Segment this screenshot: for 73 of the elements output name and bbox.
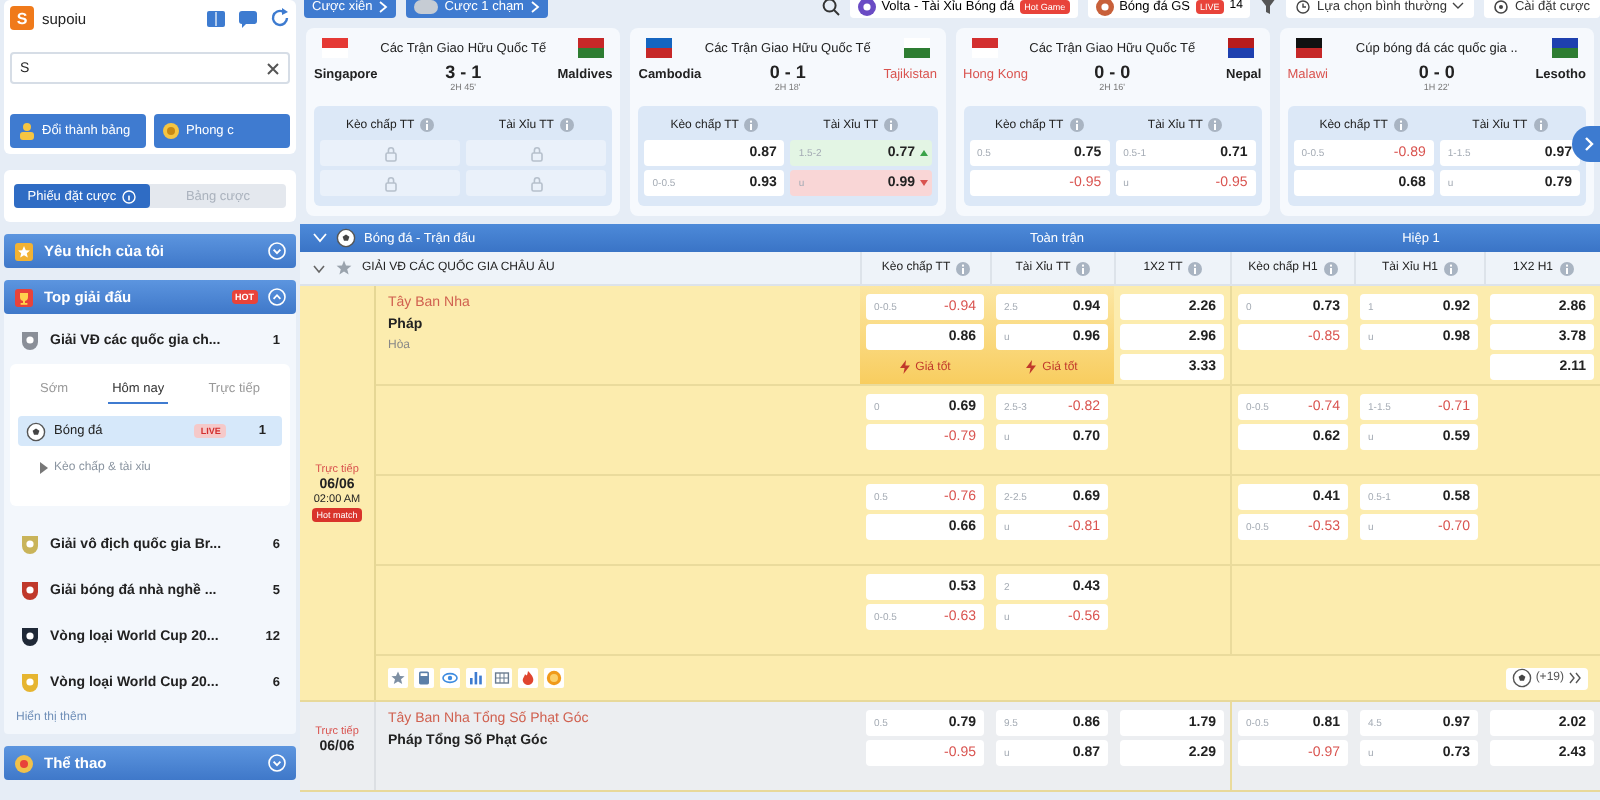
flag-icon	[903, 38, 929, 58]
caret-right-icon	[38, 462, 48, 474]
soccer-ball-icon	[1511, 668, 1532, 688]
caret-down-icon	[1452, 2, 1465, 10]
flag-icon	[646, 38, 673, 58]
flag-icon	[971, 38, 997, 58]
info-icon	[559, 118, 574, 132]
close-icon[interactable]	[266, 61, 280, 75]
info-icon	[1188, 261, 1203, 275]
star-icon[interactable]	[336, 260, 352, 276]
double-chevron-icon	[1568, 672, 1582, 684]
info-icon	[1444, 261, 1458, 275]
info-icon	[1533, 118, 1548, 132]
chat-icon[interactable]	[238, 9, 258, 27]
lock-icon	[529, 145, 544, 161]
settings-icon	[1494, 0, 1509, 13]
league-icon	[20, 580, 40, 602]
chevron-right-icon	[529, 0, 540, 13]
lock-icon	[383, 145, 398, 161]
next-icon[interactable]	[1572, 126, 1600, 162]
person-icon	[18, 122, 36, 140]
info-icon	[1393, 118, 1408, 132]
info-icon	[884, 118, 899, 132]
locked-odds-cell[interactable]	[320, 140, 461, 166]
league-icon	[20, 672, 40, 694]
refresh-icon[interactable]	[270, 8, 290, 28]
info-icon	[122, 189, 137, 203]
search-icon[interactable]	[821, 0, 840, 15]
ball-icon	[26, 421, 46, 441]
match-score: 3 - 1	[445, 62, 482, 82]
fire-icon[interactable]	[518, 668, 538, 688]
lock-icon	[529, 175, 544, 191]
info-icon	[1559, 261, 1573, 275]
flag-icon	[578, 38, 605, 58]
info-icon	[420, 118, 435, 132]
bolt-icon	[899, 360, 910, 374]
match-score: 0 - 0	[1094, 62, 1131, 82]
flag-icon	[1551, 38, 1578, 58]
chevron-up-icon[interactable]	[268, 288, 286, 306]
match-score: 0 - 1	[769, 62, 806, 82]
bolt-icon	[1026, 360, 1037, 374]
info-icon	[744, 118, 759, 132]
filter-icon[interactable]	[1260, 0, 1277, 14]
flag-icon	[322, 38, 348, 58]
toggle-switch[interactable]	[414, 0, 439, 13]
flag-icon	[1295, 38, 1322, 58]
flag-icon	[1227, 38, 1254, 58]
info-icon	[1323, 261, 1338, 275]
info-icon	[956, 261, 971, 275]
locked-odds-cell[interactable]	[466, 140, 607, 166]
clock-icon	[1296, 0, 1311, 13]
match-score: 0 - 0	[1418, 62, 1455, 82]
chevron-down-icon[interactable]	[312, 263, 326, 273]
info-icon	[1069, 118, 1084, 132]
info-icon	[1208, 118, 1223, 132]
locked-odds-cell[interactable]	[320, 170, 461, 196]
league-icon	[20, 330, 40, 352]
star-icon	[14, 241, 34, 261]
star-icon[interactable]	[388, 668, 408, 688]
coin-icon[interactable]	[544, 668, 564, 688]
calculator-icon[interactable]	[414, 668, 434, 688]
book-icon[interactable]	[206, 9, 226, 27]
info-icon	[1076, 261, 1091, 275]
league-icon	[20, 534, 40, 556]
table-icon[interactable]	[492, 668, 512, 688]
lock-icon	[383, 175, 398, 191]
bar-chart-icon[interactable]	[466, 668, 486, 688]
league-icon	[20, 626, 40, 648]
locked-odds-cell[interactable]	[466, 170, 607, 196]
chevron-right-icon	[378, 0, 389, 13]
trophy-icon	[14, 287, 34, 307]
soccer-ball-icon	[336, 228, 356, 248]
eye-icon[interactable]	[440, 668, 460, 688]
